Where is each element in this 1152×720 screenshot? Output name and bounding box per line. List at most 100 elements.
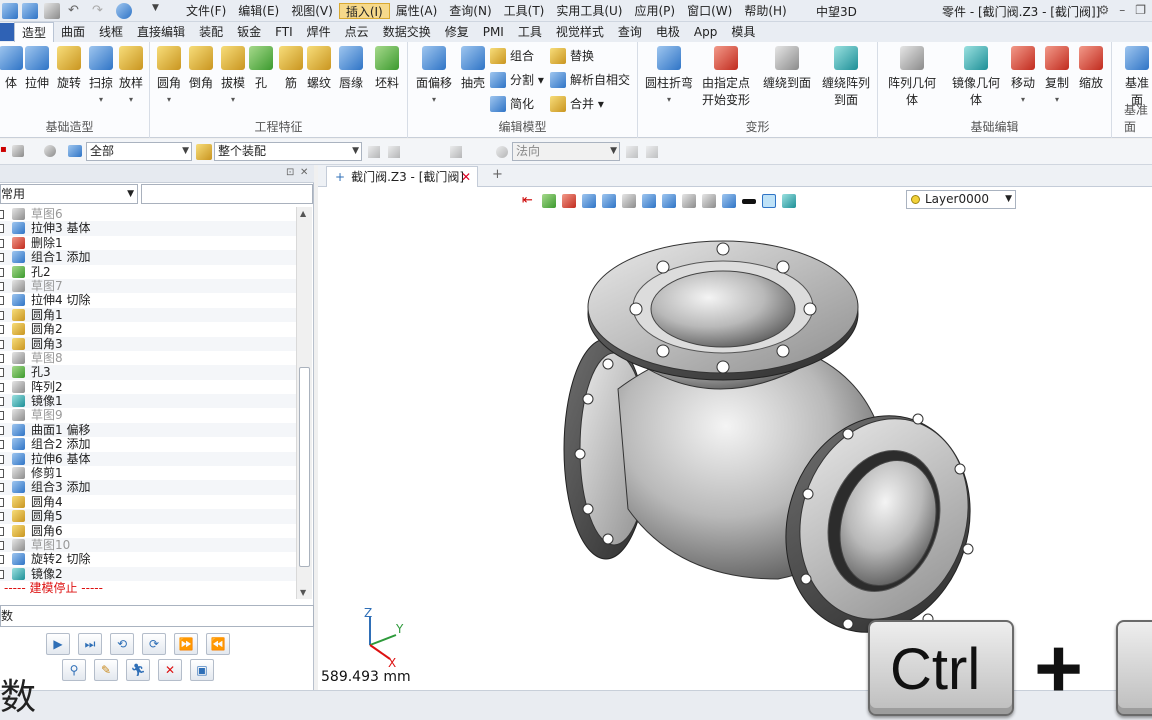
tree-item[interactable]: 组合3 添加 [0,480,296,495]
tree-item[interactable]: 孔2 [0,265,296,279]
split-button[interactable]: 分割 ▾ [490,70,544,90]
window-icon[interactable]: ▣ [190,659,214,681]
delete-icon[interactable]: ✕ [158,659,182,681]
tree-item[interactable]: 圆角4 [0,495,296,509]
tab-mold[interactable]: 模具 [724,22,762,42]
step-forward-icon[interactable]: ⏭ [78,633,102,655]
menu-attributes[interactable]: 属性(A) [390,3,444,19]
link-icon[interactable]: ⚲ [62,659,86,681]
menu-view[interactable]: 视图(V) [285,3,339,19]
history-search-input[interactable] [141,184,313,204]
line-style-icon[interactable] [742,198,756,204]
resolve-self-intersection-button[interactable]: 解析自相交 [550,70,630,90]
tab-query[interactable]: 查询 [611,22,649,42]
menu-apps[interactable]: 应用(P) [629,3,682,19]
file-menu-button[interactable] [0,23,14,41]
cylinder-bend-button[interactable]: 圆柱折弯 ▾ [644,46,694,104]
exit-icon[interactable]: ⇤ [522,194,536,208]
mirror-geometry-button[interactable]: 镜像几何 体 [950,46,1002,108]
visibility-checkbox[interactable] [0,224,4,234]
combine-button[interactable]: 组合 [490,46,534,66]
tab-tools[interactable]: 工具 [511,22,549,42]
run-icon[interactable]: 🏃︎ [126,659,150,681]
wrap-to-face-button[interactable]: 缠绕到面 [762,46,812,91]
tab-pmi[interactable]: PMI [476,22,511,42]
snap-icon[interactable] [388,146,400,158]
deform-from-point-button[interactable]: 由指定点 开始变形 [698,46,754,108]
tab-modeling[interactable]: 造型 [14,22,55,42]
tab-point-cloud[interactable]: 点云 [338,22,376,42]
pick-mode-icon[interactable] [12,145,24,157]
refresh-icon[interactable] [116,3,132,19]
visibility-checkbox[interactable] [0,440,4,450]
tree-item[interactable]: 修剪1 [0,466,296,480]
wireframe-icon[interactable] [622,194,636,208]
scroll-down-icon[interactable]: ▼ [300,588,306,597]
close-icon[interactable]: ✕ [300,167,308,178]
tree-item[interactable]: 孔3 [0,365,296,380]
visibility-checkbox[interactable] [0,555,4,565]
visibility-checkbox[interactable] [0,569,4,579]
visibility-checkbox[interactable] [0,325,4,335]
tree-item[interactable]: 草图9 [0,408,296,422]
select-icon[interactable] [542,194,556,208]
merge-button[interactable]: 合并 ▾ [550,94,604,114]
visibility-checkbox[interactable] [0,540,4,550]
menu-help[interactable]: 帮助(H) [738,3,792,19]
face-offset-button[interactable]: 面偏移 ▾ [412,46,456,104]
fast-forward-icon[interactable]: ⏩ [174,633,198,655]
scrollbar-thumb[interactable] [299,367,310,567]
visibility-checkbox[interactable] [0,368,4,378]
save-icon[interactable] [22,3,38,19]
quick-access-dropdown-icon[interactable]: ▼ [152,3,168,19]
visibility-checkbox[interactable] [0,425,4,435]
undo-icon[interactable]: ↶ [68,3,84,19]
tab-data-exchange[interactable]: 数据交换 [376,22,438,42]
view-cube-icon[interactable] [582,194,596,208]
layer-select[interactable]: Layer0000 ▼ [906,190,1016,209]
zoom-fit-icon[interactable] [662,194,676,208]
move-button[interactable]: 移动 ▾ [1006,46,1040,104]
menu-tools[interactable]: 工具(T) [498,3,551,19]
visibility-checkbox[interactable] [0,267,4,277]
reverse-icon[interactable] [626,146,638,158]
shape-filter-icon[interactable] [44,145,56,157]
document-tab[interactable]: + 截门阀.Z3 - [截门阀] ✕ [326,166,478,187]
tree-item[interactable]: 圆角3 [0,336,296,351]
filter-select[interactable]: 全部 ▼ [86,142,192,161]
visibility-checkbox[interactable] [0,454,4,464]
wrap-pattern-button[interactable]: 缠绕阵列 到面 [818,46,874,108]
sweep-button[interactable]: 扫掠 ▾ [84,46,118,104]
visibility-checkbox[interactable] [0,497,4,507]
standard-views-icon[interactable] [602,194,616,208]
menu-insert[interactable]: 插入(I) [338,3,390,19]
menu-window[interactable]: 窗口(W) [681,3,738,19]
visibility-checkbox[interactable] [0,411,4,421]
history-filter-select[interactable]: 常用 ▼ [0,184,138,204]
redo-icon[interactable]: ↷ [92,3,108,19]
play-icon[interactable]: ▶ [46,633,70,655]
loft-button[interactable]: 放样 ▾ [114,46,148,104]
visibility-checkbox[interactable] [0,483,4,493]
rewind-icon[interactable]: ⏪ [206,633,230,655]
tree-item[interactable]: 旋转2 切除 [0,552,296,566]
print-icon[interactable] [44,3,60,19]
visibility-checkbox[interactable] [0,296,4,306]
tree-item[interactable]: 组合2 添加 [0,437,296,451]
visibility-checkbox[interactable] [0,526,4,536]
visibility-checkbox[interactable] [0,397,4,407]
selection-filter-icon[interactable] [68,145,82,157]
display-icon[interactable] [722,194,736,208]
tab-repair[interactable]: 修复 [438,22,476,42]
tab-electrode[interactable]: 电极 [649,22,687,42]
pencil-icon[interactable]: ✎ [94,659,118,681]
tree-item[interactable]: 拉伸6 基体 [0,451,296,467]
tab-fti[interactable]: FTI [268,22,300,42]
tree-item[interactable]: 阵列2 [0,380,296,394]
lock-icon[interactable] [646,146,658,158]
direction-select[interactable]: 法向 ▼ [512,142,620,161]
section-icon[interactable] [682,194,696,208]
dimension-icon[interactable] [702,194,716,208]
3d-viewport[interactable]: ⇤ Layer0000 ▼ Z Y X 589.493 mm [318,187,1152,690]
tree-item[interactable]: 组合1 添加 [0,250,296,265]
